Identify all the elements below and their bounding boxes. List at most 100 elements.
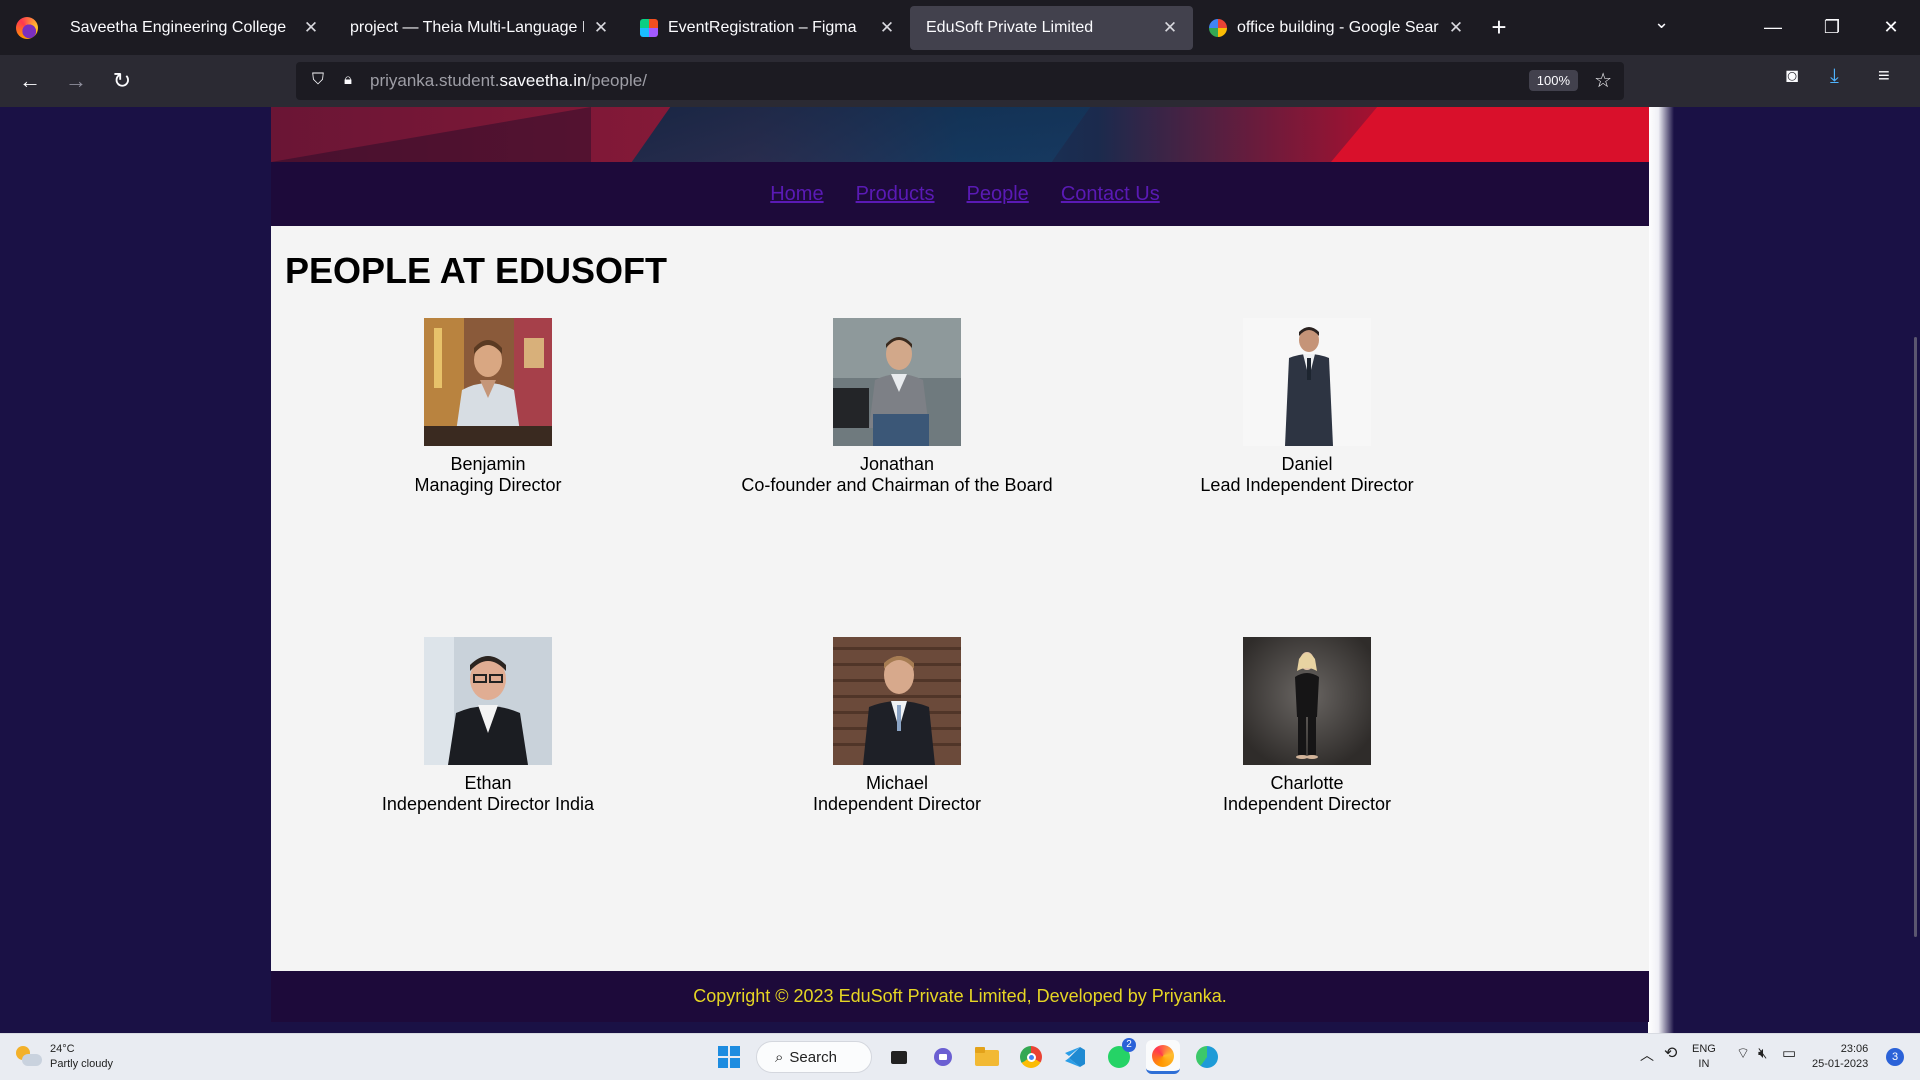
chevron-up-icon[interactable]: ︿ [1640, 1048, 1654, 1063]
address-bar[interactable]: ⛉ 🔒︎ priyanka.student.saveetha.in/people… [296, 62, 1624, 100]
clock[interactable]: 23:06 25-01-2023 [1812, 1042, 1868, 1072]
tab-edusoft[interactable]: EduSoft Private Limited ✕ [910, 5, 1193, 50]
close-icon[interactable]: ✕ [1161, 18, 1179, 38]
person-name: Ethan [464, 773, 512, 793]
notification-count-badge[interactable]: 3 [1886, 1048, 1904, 1066]
vscode-icon[interactable] [1058, 1040, 1092, 1074]
nav-link-contact-us[interactable]: Contact Us [1061, 183, 1160, 206]
zoom-level-button[interactable]: 100% [1528, 70, 1578, 91]
scrollbar-thumb[interactable] [1914, 337, 1917, 937]
sync-icon[interactable]: ⟲ [1664, 1046, 1677, 1062]
person-role: Independent Director [1222, 794, 1392, 814]
tracking-shield-icon[interactable]: ⛉ [308, 71, 328, 91]
whatsapp-badge: 2 [1122, 1038, 1136, 1052]
person-role: Lead Independent Director [1200, 475, 1414, 495]
person-role: Independent Director India [381, 794, 595, 814]
taskbar-search[interactable]: ⌕ Search [756, 1041, 872, 1073]
tab-label: EventRegistration – Figma [668, 18, 857, 36]
reload-icon[interactable]: ↻ [104, 63, 140, 99]
figma-icon [640, 18, 658, 37]
nav-link-home[interactable]: Home [770, 183, 823, 206]
weather-widget[interactable]: 24°C Partly cloudy [16, 1042, 113, 1072]
volume-muted-icon[interactable]: 🔇︎ [1758, 1046, 1767, 1061]
person-card: Benjamin Managing Director [288, 318, 688, 496]
person-name: Benjamin [450, 454, 526, 474]
nav-link-people[interactable]: People [967, 183, 1029, 206]
edge-icon[interactable] [1190, 1040, 1224, 1074]
close-window-icon[interactable]: ✕ [1862, 0, 1920, 55]
weather-temperature: 24°C [50, 1043, 75, 1055]
person-photo [1243, 318, 1371, 446]
browser-tab-bar: Saveetha Engineering College ✕ project —… [0, 0, 1920, 55]
url-path: /people/ [586, 71, 647, 90]
download-icon[interactable]: ⤓ [1830, 65, 1839, 88]
new-tab-button[interactable]: + [1479, 12, 1519, 43]
person-card: Charlotte Independent Director [1107, 637, 1507, 815]
tab-saveetha[interactable]: Saveetha Engineering College ✕ [54, 6, 334, 50]
whatsapp-icon[interactable]: 2 [1102, 1038, 1136, 1074]
forward-arrow-icon[interactable]: → [58, 63, 94, 99]
region-code: IN [1698, 1058, 1710, 1070]
firefox-logo-icon[interactable] [0, 0, 54, 55]
date: 25-01-2023 [1812, 1058, 1869, 1070]
google-icon [1209, 18, 1227, 37]
tab-figma[interactable]: EventRegistration – Figma ✕ [624, 6, 910, 50]
tab-google-search[interactable]: office building - Google Search ✕ [1193, 6, 1479, 50]
copyright-text: Copyright © 2023 EduSoft Private Limited… [693, 986, 1227, 1006]
person-photo [1243, 637, 1371, 765]
weather-condition: Partly cloudy [50, 1058, 113, 1070]
minimize-icon[interactable]: — [1744, 0, 1802, 55]
close-icon[interactable]: ✕ [1447, 18, 1465, 38]
taskbar-apps: ⌕ Search 2 [712, 1038, 1224, 1074]
tab-label: office building - Google Search [1237, 18, 1439, 36]
wifi-icon[interactable]: ⌔ [1736, 1046, 1750, 1061]
pocket-icon[interactable]: ◙ [1786, 65, 1798, 88]
person-name: Daniel [1281, 454, 1333, 474]
url-host: saveetha.in [499, 71, 587, 90]
person-role: Managing Director [414, 475, 562, 495]
windows-start-icon[interactable] [712, 1040, 746, 1074]
edusoft-site: Home Products People Contact Us PEOPLE A… [271, 107, 1649, 1022]
person-card: Ethan Independent Director India [288, 637, 688, 815]
tab-label: project — Theia Multi-Language Exa [350, 18, 584, 36]
back-arrow-icon[interactable]: ← [12, 63, 48, 99]
nav-link-products[interactable]: Products [856, 183, 935, 206]
language-indicator[interactable]: ENG IN [1692, 1042, 1716, 1072]
url-prefix: priyanka.student. [370, 71, 500, 90]
close-icon[interactable]: ✕ [592, 18, 610, 38]
chevron-down-icon[interactable]: ⌄ [1654, 12, 1669, 33]
restore-icon[interactable]: ❐ [1803, 0, 1861, 55]
teams-chat-icon[interactable] [926, 1040, 960, 1074]
language-code: ENG [1692, 1043, 1716, 1055]
tab-theia-project[interactable]: project — Theia Multi-Language Exa ✕ [334, 6, 624, 50]
person-card: Jonathan Co-founder and Chairman of the … [697, 318, 1097, 496]
page-viewport: Home Products People Contact Us PEOPLE A… [0, 107, 1920, 1033]
lock-icon[interactable]: 🔒︎ [338, 71, 358, 91]
menu-hamburger-icon[interactable]: ≡ [1878, 65, 1890, 88]
close-icon[interactable]: ✕ [878, 18, 896, 38]
search-icon: ⌕ [775, 1048, 784, 1066]
person-name: Michael [865, 773, 929, 793]
person-photo [833, 637, 961, 765]
browser-navigation-bar: ← → ↻ ⛉ 🔒︎ priyanka.student.saveetha.in/… [0, 55, 1920, 107]
person-photo [424, 637, 552, 765]
person-card: Michael Independent Director [697, 637, 1097, 815]
windows-taskbar: 24°C Partly cloudy ⌕ Search 2 ︿ ⟲ ENG IN… [0, 1033, 1920, 1080]
person-photo [833, 318, 961, 446]
bookmark-star-icon[interactable]: ☆ [1594, 68, 1612, 93]
firefox-taskbar-icon[interactable] [1146, 1040, 1180, 1074]
tab-label: Saveetha Engineering College [70, 18, 287, 36]
search-label: Search [789, 1048, 837, 1066]
battery-icon[interactable]: ▭ [1782, 1046, 1796, 1061]
chrome-icon[interactable] [1014, 1040, 1048, 1074]
person-role: Co-founder and Chairman of the Board [741, 475, 1053, 495]
person-name: Charlotte [1270, 773, 1344, 793]
person-photo [424, 318, 552, 446]
person-role: Independent Director [812, 794, 982, 814]
person-card: Daniel Lead Independent Director [1107, 318, 1507, 496]
partly-cloudy-icon [16, 1046, 42, 1068]
task-view-icon[interactable] [882, 1040, 916, 1074]
file-explorer-icon[interactable] [970, 1040, 1004, 1074]
url-text[interactable]: priyanka.student.saveetha.in/people/ [370, 71, 647, 91]
close-icon[interactable]: ✕ [302, 18, 320, 38]
